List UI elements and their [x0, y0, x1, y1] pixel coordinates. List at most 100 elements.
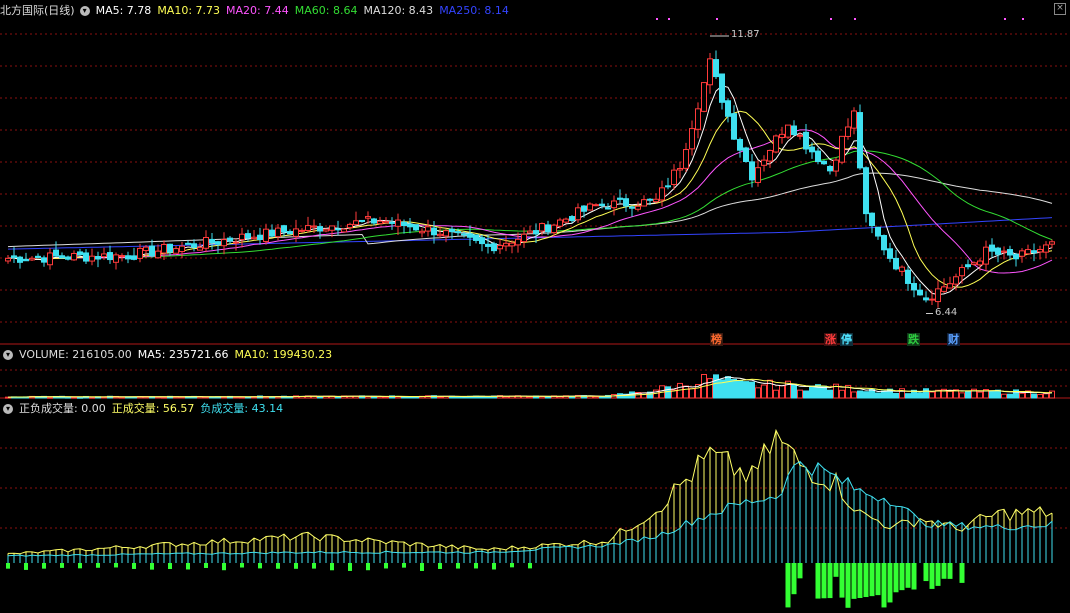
volume-bar — [335, 396, 341, 399]
candle-body — [161, 243, 167, 254]
candle-body — [329, 225, 335, 231]
candle-body — [863, 167, 869, 215]
volume-bar — [851, 391, 857, 399]
flag-limit-down[interactable]: 跌 — [907, 333, 920, 346]
candle-body — [1037, 248, 1043, 253]
ma120-line — [7, 172, 1053, 248]
candle-body — [383, 221, 389, 224]
volume-ma5-label: MA5: 235721.66 — [137, 348, 229, 361]
candle-body — [893, 257, 899, 270]
candle-body — [377, 220, 383, 225]
flag-rank[interactable]: 榜 — [710, 333, 723, 346]
volume-bar — [965, 390, 971, 399]
flag-limit-up[interactable]: 涨 — [824, 333, 837, 346]
candlesticks — [5, 50, 1055, 308]
candle-body — [461, 233, 467, 236]
candle-body — [725, 100, 731, 117]
divergence-bar — [869, 563, 875, 597]
volume-bar — [857, 390, 863, 399]
candle-body — [305, 225, 311, 231]
candle-body — [911, 283, 917, 291]
flag-halt[interactable]: 停 — [840, 333, 853, 346]
candle-body — [701, 82, 707, 112]
ma250-label: MA250: 8.14 — [439, 4, 509, 17]
divergence-bar — [899, 563, 905, 591]
candle-body — [797, 134, 803, 137]
candle-body — [1025, 249, 1031, 255]
candle-body — [683, 149, 689, 169]
divergence-bar — [348, 563, 352, 571]
volume-bar — [1037, 393, 1043, 399]
candle-body — [437, 233, 443, 237]
candle-body — [917, 289, 923, 296]
candle-body — [611, 200, 617, 209]
candle-body — [173, 248, 179, 254]
candle-body — [977, 260, 983, 266]
positive-volume-line — [7, 428, 1053, 555]
candle-body — [593, 204, 599, 207]
candle-body — [707, 58, 713, 86]
volume-label: VOLUME: 216105.00 — [19, 348, 132, 361]
candle-body — [317, 226, 323, 232]
volume-bar — [527, 396, 533, 399]
chevron-down-icon[interactable]: ▾ — [3, 404, 13, 414]
candle-body — [923, 297, 929, 301]
candle-body — [767, 149, 773, 162]
candle-body — [995, 247, 1001, 255]
volume-bar — [731, 378, 737, 399]
candle-body — [557, 219, 563, 227]
divergence-bar — [833, 563, 839, 577]
divergence-bar — [24, 563, 28, 570]
divergence-bar — [366, 563, 370, 571]
volume-ma10-label: MA10: 199430.23 — [234, 348, 333, 361]
chevron-down-icon[interactable]: ▾ — [79, 6, 90, 16]
divergence-bar — [905, 563, 911, 588]
volume-bar — [161, 396, 167, 399]
volume-bar — [713, 374, 719, 399]
candle-body — [629, 206, 635, 209]
divergence-bar — [132, 563, 136, 569]
candle-body — [827, 165, 833, 172]
indicator-value: : 0.00 — [74, 402, 106, 415]
candle-body — [167, 243, 173, 253]
divergence-bar — [839, 563, 845, 598]
candle-body — [689, 128, 695, 150]
candle-body — [569, 216, 575, 222]
candle-body — [605, 207, 611, 210]
candle-body — [749, 161, 755, 181]
negative-volume-line — [7, 460, 1053, 557]
divergence-bar — [875, 563, 881, 596]
candle-body — [929, 298, 935, 301]
volume-bar — [377, 396, 383, 399]
divergence-bar — [947, 563, 953, 579]
candle-body — [407, 223, 413, 228]
candle-body — [299, 229, 305, 232]
volume-bar — [917, 392, 923, 399]
divergence-bar — [845, 563, 851, 608]
candle-body — [857, 112, 863, 169]
positive-volume-label: 正成交量: 56.57 — [111, 402, 195, 415]
close-icon[interactable]: × — [1054, 3, 1066, 15]
chevron-down-icon[interactable]: ▾ — [3, 350, 13, 360]
candle-body — [89, 255, 95, 262]
divergence-bar — [929, 563, 935, 589]
candle-body — [479, 237, 485, 245]
low-price-label: 6.44 — [935, 306, 958, 318]
volume-bar — [773, 389, 779, 399]
candle-body — [773, 135, 779, 153]
divergence-bar — [258, 563, 262, 569]
candle-body — [527, 230, 533, 234]
volume-bar — [47, 396, 53, 399]
volume-bar — [989, 390, 995, 399]
flag-finance[interactable]: 财 — [947, 333, 960, 346]
volume-bar — [875, 392, 881, 399]
volume-bar — [761, 384, 767, 399]
candle-body — [11, 255, 17, 258]
candle-body — [17, 256, 23, 263]
candle-body — [713, 59, 719, 78]
candle-body — [35, 255, 41, 258]
volume-bar — [905, 393, 911, 399]
kline-chart — [0, 18, 1070, 608]
volume-bar — [977, 391, 983, 399]
candle-body — [107, 252, 113, 261]
